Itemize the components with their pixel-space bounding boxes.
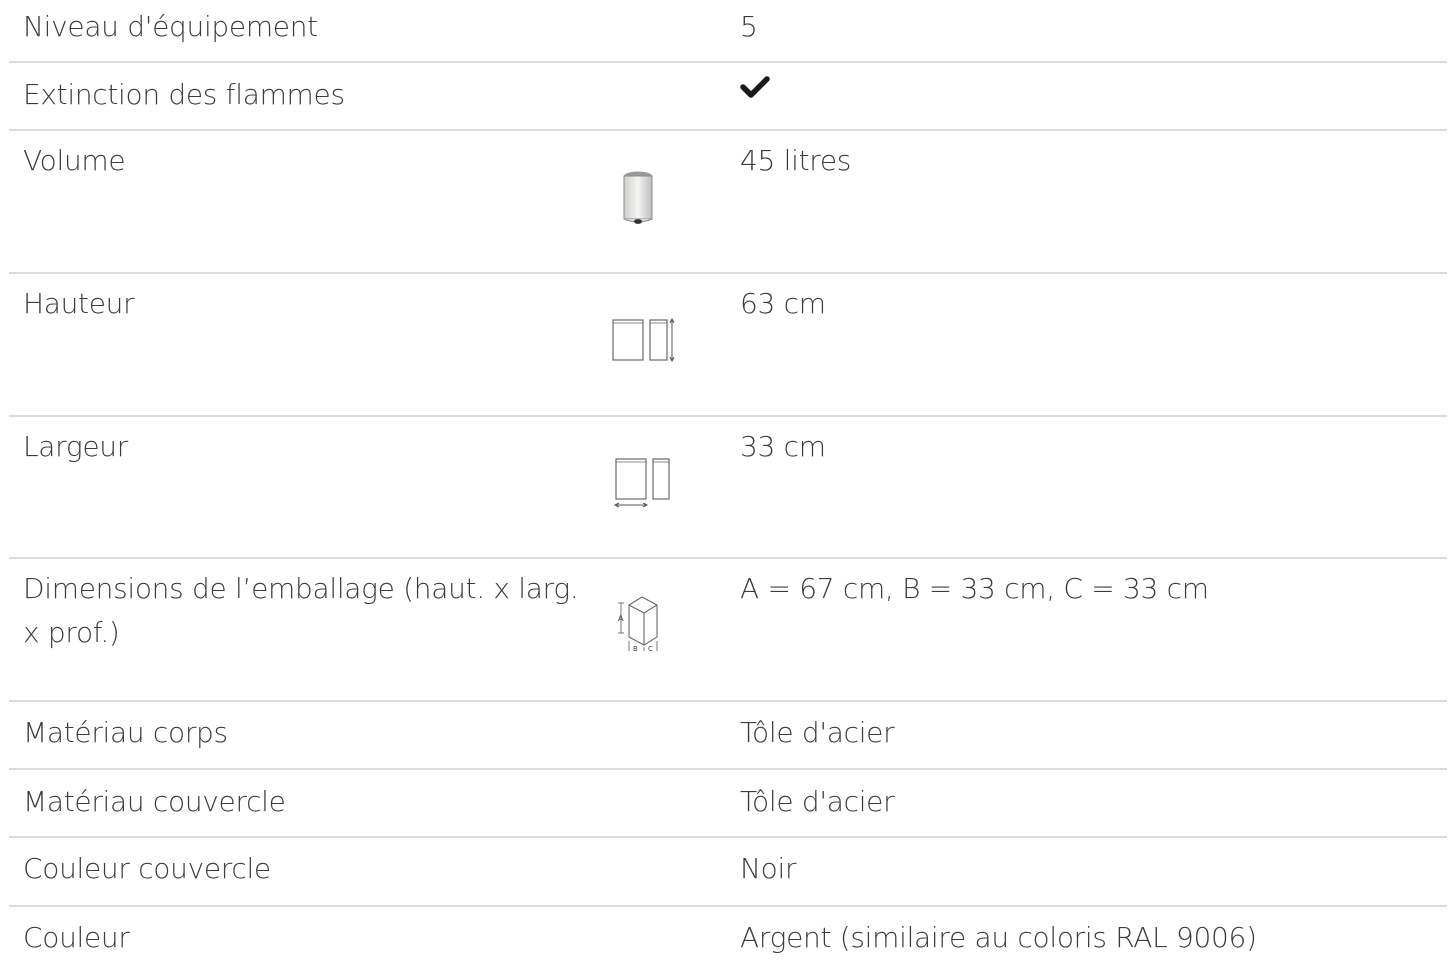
spec-value: Tôle d'acier [740, 785, 895, 818]
svg-text:B: B [633, 645, 638, 653]
height-dimension-icon [611, 314, 677, 368]
spec-label: Niveau d'équipement [23, 10, 318, 43]
spec-label: Couleur [23, 921, 130, 954]
spec-row-package-dimensions: Dimensions de l’emballage (haut. x larg.… [9, 559, 1447, 702]
spec-row-height: Hauteur 63 cm [9, 274, 1447, 417]
spec-label: Couleur couvercle [23, 852, 271, 885]
svg-text:C: C [648, 645, 653, 653]
spec-label: Matériau corps [23, 716, 228, 749]
spec-label: Largeur [23, 430, 128, 463]
spec-value: 5 [740, 10, 758, 43]
spec-row-volume: Volume 45 litres [9, 131, 1447, 274]
width-dimension-icon [613, 455, 675, 515]
spec-value: 45 litres [740, 144, 852, 177]
spec-row-body-material: Matériau corps Tôle d'acier [9, 702, 1447, 770]
spec-label: Extinction des flammes [23, 78, 345, 111]
spec-row-width: Largeur 33 cm [9, 417, 1447, 559]
spec-label: Matériau couvercle [23, 785, 286, 818]
spec-value: Tôle d'acier [740, 716, 895, 749]
product-specs-table: Niveau d'équipement 5 Extinction des fla… [0, 0, 1454, 969]
package-dimensions-icon: A B C [609, 593, 671, 659]
spec-label: Volume [23, 144, 126, 177]
spec-row-flame-extinction: Extinction des flammes [9, 63, 1447, 131]
spec-row-color: Couleur Argent (similaire au coloris RAL… [9, 907, 1447, 969]
checkmark-icon [740, 75, 770, 103]
spec-value: Argent (similaire au coloris RAL 9006) [740, 921, 1257, 954]
spec-label: Hauteur [23, 287, 135, 320]
spec-label: Dimensions de l’emballage (haut. x larg.… [23, 572, 579, 649]
spec-value: A = 67 cm, B = 33 cm, C = 33 cm [740, 572, 1209, 605]
bin-volume-icon [617, 169, 659, 233]
spec-row-equipment-level: Niveau d'équipement 5 [9, 0, 1447, 63]
spec-value: Noir [740, 852, 797, 885]
spec-row-lid-material: Matériau couvercle Tôle d'acier [9, 770, 1447, 838]
spec-value: 63 cm [740, 287, 826, 320]
spec-row-lid-color: Couleur couvercle Noir [9, 838, 1447, 907]
spec-value: 33 cm [740, 430, 826, 463]
svg-text:A: A [618, 614, 624, 623]
